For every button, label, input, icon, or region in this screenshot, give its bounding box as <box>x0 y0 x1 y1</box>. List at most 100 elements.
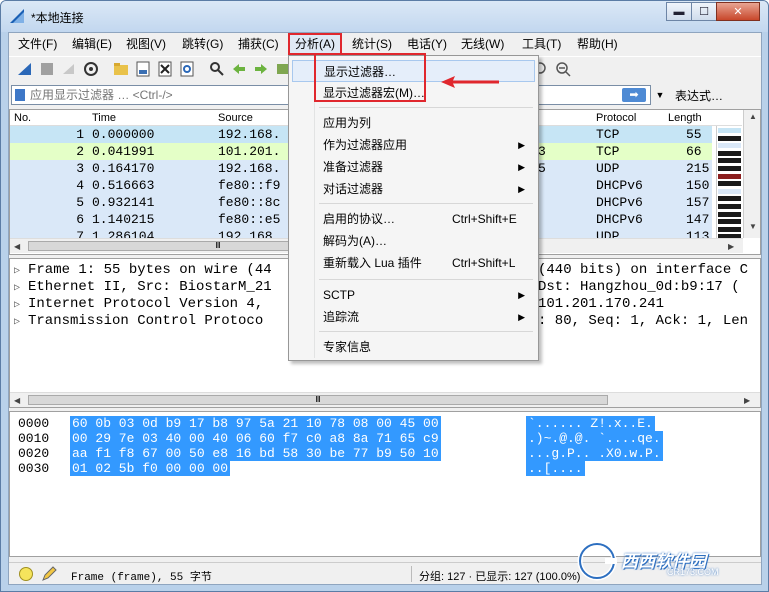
menu-capture[interactable]: 捕获(C) <box>233 36 284 54</box>
menu-tools[interactable]: 工具(T) <box>517 36 566 54</box>
go-back-icon[interactable] <box>231 61 247 77</box>
hex-offset[interactable]: 0010 <box>18 431 49 446</box>
menu-prepare-filter[interactable]: 准备过滤器 ▶ <box>292 156 535 178</box>
packet-time: 0.516663 <box>92 178 155 193</box>
minimap-mark <box>718 143 741 149</box>
menu-help[interactable]: 帮助(H) <box>572 36 623 54</box>
detail-tree-item[interactable]: ▷ Frame 1: 55 bytes on wire (44 <box>14 262 272 279</box>
detail-tree-label: Frame 1: 55 bytes on wire (44 <box>28 262 272 278</box>
wireshark-fin-icon <box>10 9 24 23</box>
packet-length: 55 <box>686 127 702 142</box>
expand-triangle-icon[interactable]: ▷ <box>14 263 28 280</box>
hex-ascii[interactable]: `...... Z!.x..E. <box>526 416 655 431</box>
menu-file[interactable]: 文件(F) <box>13 36 62 54</box>
detail-tree-label-tail: (440 bits) on interface C <box>538 262 749 278</box>
open-file-icon[interactable] <box>113 61 129 77</box>
hex-ascii[interactable]: ..[.... <box>526 461 585 476</box>
expand-triangle-icon[interactable]: ▷ <box>14 314 28 331</box>
packet-no: 4 <box>76 178 84 193</box>
menu-item-label: 对话过滤器 <box>323 182 384 196</box>
detail-tree-item[interactable]: ▷ Ethernet II, Src: BiostarM_21 <box>14 279 272 296</box>
menu-go[interactable]: 跳转(G) <box>177 36 228 54</box>
menu-analyze[interactable]: 分析(A) <box>288 33 342 55</box>
menu-follow-stream[interactable]: 追踪流 ▶ <box>292 306 535 328</box>
expand-triangle-icon[interactable]: ▷ <box>14 280 28 297</box>
menu-decode-as[interactable]: 解码为(A)… <box>292 230 535 252</box>
maximize-button[interactable]: ☐ <box>691 2 717 21</box>
hex-ascii[interactable]: .)~.@.@. `....qe. <box>526 431 663 446</box>
hex-bytes[interactable]: 60 0b 03 0d b9 17 b8 97 5a 21 10 78 08 0… <box>70 416 441 431</box>
menu-item-label: 专家信息 <box>323 340 372 354</box>
expression-button[interactable]: 表达式… <box>675 87 723 104</box>
col-time[interactable]: Time <box>92 112 116 124</box>
capture-comment-icon[interactable] <box>41 566 57 582</box>
menu-edit[interactable]: 编辑(E) <box>67 36 117 54</box>
minimap-mark <box>718 135 741 141</box>
find-packet-icon[interactable] <box>209 61 225 77</box>
save-file-icon[interactable] <box>135 61 151 77</box>
menu-enabled-protocols[interactable]: 启用的协议… Ctrl+Shift+E <box>292 208 535 230</box>
menu-statistics[interactable]: 统计(S) <box>347 36 397 54</box>
packet-source: fe80::e5 <box>218 212 281 227</box>
minimize-button[interactable]: ▬ <box>666 2 692 21</box>
detail-tree-item[interactable]: ▷ Transmission Control Protoco <box>14 313 263 330</box>
filter-bookmark-icon[interactable] <box>15 89 25 101</box>
details-hscroll[interactable]: ◀ Ⅲ ▶ <box>10 392 760 407</box>
packet-time: 1.140215 <box>92 212 155 227</box>
detail-tree-item[interactable]: ▷ Internet Protocol Version 4, <box>14 296 263 313</box>
stop-capture-icon[interactable] <box>39 61 55 77</box>
hex-bytes[interactable]: 00 29 7e 03 40 00 40 06 60 f7 c0 a8 8a 7… <box>70 431 441 446</box>
filter-history-dropdown[interactable]: ▼ <box>653 85 667 105</box>
hex-row: 0000 60 0b 03 0d b9 17 b8 97 5a 21 10 78 … <box>18 416 718 431</box>
reload-file-icon[interactable] <box>179 61 195 77</box>
hex-row: 0030 01 02 5b f0 00 00 00 ..[.... <box>18 461 718 476</box>
capture-options-icon[interactable] <box>83 61 99 77</box>
menu-apply-as-filter[interactable]: 作为过滤器应用 ▶ <box>292 134 535 156</box>
menu-apply-as-column[interactable]: 应用为列 <box>292 112 535 134</box>
menu-separator <box>319 331 533 332</box>
menu-wireless[interactable]: 无线(W) <box>456 36 509 54</box>
expand-triangle-icon[interactable]: ▷ <box>14 297 28 314</box>
packet-list-vscroll[interactable]: ▲ ▼ <box>743 110 760 238</box>
submenu-arrow-icon: ▶ <box>518 140 525 150</box>
hex-bytes[interactable]: aa f1 f8 67 00 50 e8 16 bd 58 30 be 77 b… <box>70 446 441 461</box>
menu-expert-info[interactable]: 专家信息 <box>292 336 535 358</box>
menu-reload-lua-plugins[interactable]: 重新载入 Lua 插件 Ctrl+Shift+L <box>292 252 535 274</box>
restart-capture-icon[interactable] <box>61 61 77 77</box>
minimap-mark <box>718 204 741 209</box>
close-button[interactable]: ✕ <box>716 2 760 21</box>
packet-minimap[interactable] <box>716 126 742 244</box>
status-packet-counts: 分组: 127 · 已显示: 127 (100.0%) <box>419 571 581 583</box>
red-arrow-annotation <box>441 76 499 88</box>
menu-sctp[interactable]: SCTP ▶ <box>292 284 535 306</box>
col-protocol[interactable]: Protocol <box>596 112 636 124</box>
col-no[interactable]: No. <box>14 112 31 124</box>
hex-bytes[interactable]: 01 02 5b f0 00 00 00 <box>70 461 231 476</box>
minimap-mark <box>718 166 741 171</box>
hex-offset[interactable]: 0000 <box>18 416 49 431</box>
packet-destination: 3 <box>538 144 546 159</box>
menu-item-label: 解码为(A)… <box>323 234 387 248</box>
col-source[interactable]: Source <box>218 112 253 124</box>
packet-destination: 5 <box>538 161 546 176</box>
start-capture-icon[interactable] <box>17 61 33 77</box>
submenu-arrow-icon: ▶ <box>518 162 525 172</box>
minimap-mark <box>718 219 741 225</box>
menu-view[interactable]: 视图(V) <box>121 36 171 54</box>
packet-no: 6 <box>76 212 84 227</box>
hex-row: 0020 aa f1 f8 67 00 50 e8 16 bd 58 30 be … <box>18 446 718 461</box>
hex-offset[interactable]: 0030 <box>18 461 49 476</box>
hex-ascii[interactable]: ...g.P.. .X0.w.P. <box>526 446 663 461</box>
close-file-icon[interactable] <box>157 61 173 77</box>
hex-offset[interactable]: 0020 <box>18 446 49 461</box>
packet-source: fe80::f9 <box>218 178 281 193</box>
menu-conversation-filter[interactable]: 对话过滤器 ▶ <box>292 178 535 200</box>
go-forward-icon[interactable] <box>253 61 269 77</box>
col-length[interactable]: Length <box>668 112 702 124</box>
expert-info-indicator[interactable] <box>19 567 33 581</box>
title-bar[interactable]: *本地连接 ▬ ☐ ✕ <box>1 1 768 32</box>
apply-filter-button[interactable]: ➡ <box>622 88 646 102</box>
menu-telephony[interactable]: 电话(Y) <box>402 36 452 54</box>
packet-source: fe80::8c <box>218 195 281 210</box>
zoom-out-icon[interactable] <box>555 61 571 77</box>
